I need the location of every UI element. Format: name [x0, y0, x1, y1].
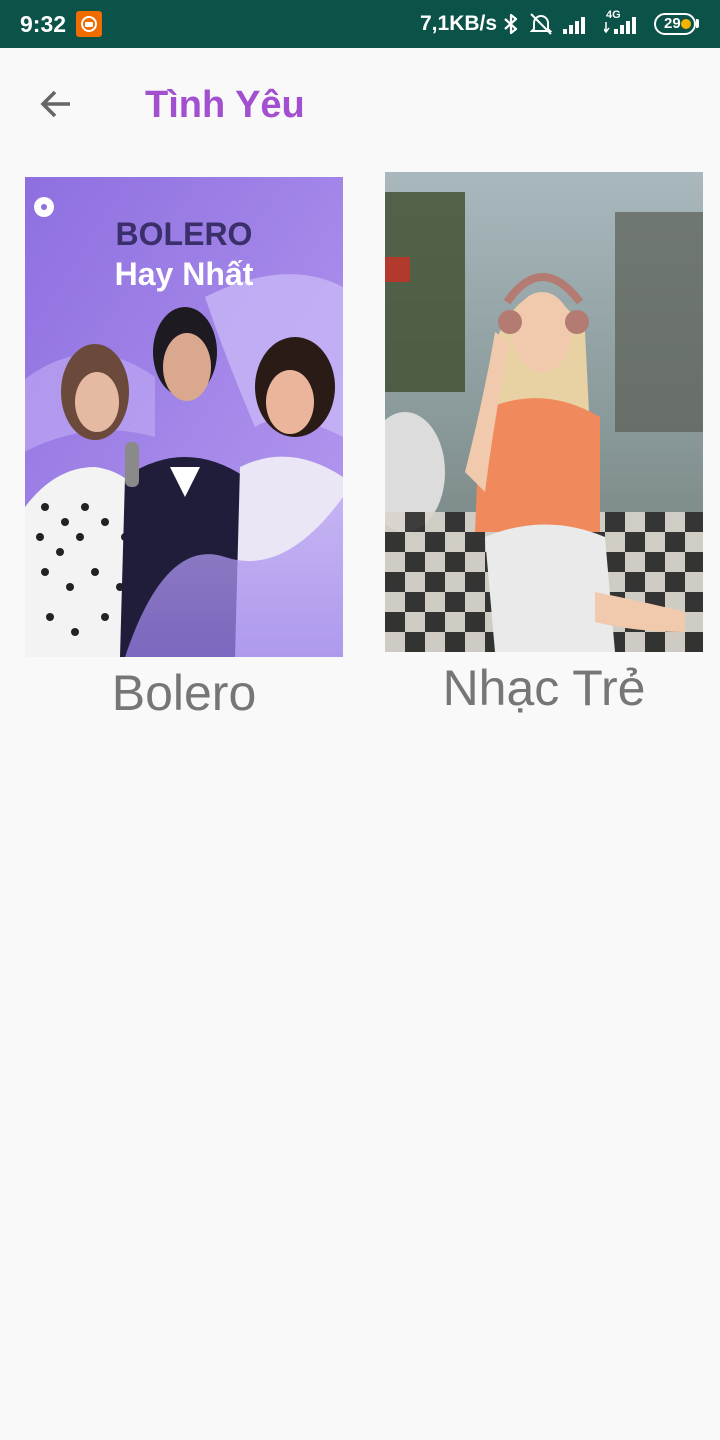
playlist-label: Nhạc Trẻ [442, 660, 646, 716]
status-time: 9:32 [20, 11, 67, 37]
playlist-cover-bolero: BOLERO Hay Nhất [25, 177, 343, 657]
playlist-label: Bolero [111, 665, 257, 721]
signal-strength-4g-icon [604, 17, 636, 34]
playlist-card-nhac-tre[interactable]: Nhạc Trẻ [385, 172, 703, 720]
mute-notification-icon [529, 13, 553, 35]
playlist-card-bolero[interactable]: BOLERO Hay Nhất Bolero [25, 177, 343, 725]
notification-app-icon [76, 11, 102, 37]
back-button[interactable] [28, 76, 84, 132]
playlist-cover-nhac-tre [385, 172, 703, 652]
cover-title-line1: BOLERO [116, 216, 253, 252]
battery-saver-dot [681, 19, 691, 29]
battery-icon: 29 [654, 13, 696, 35]
signal-strength-icon [563, 17, 585, 34]
bluetooth-icon [504, 13, 518, 35]
status-bar: 9:32 7,1KB/s 4G 29 [0, 0, 720, 48]
network-speed: 7,1KB/s [420, 12, 498, 35]
page-title: Tình Yêu [145, 84, 305, 126]
arrow-back-icon [40, 90, 70, 118]
battery-nub [696, 19, 699, 28]
cover-title-line2: Hay Nhất [115, 256, 254, 292]
battery-level: 29 [664, 15, 681, 32]
app-bar: Tình Yêu [0, 48, 720, 160]
